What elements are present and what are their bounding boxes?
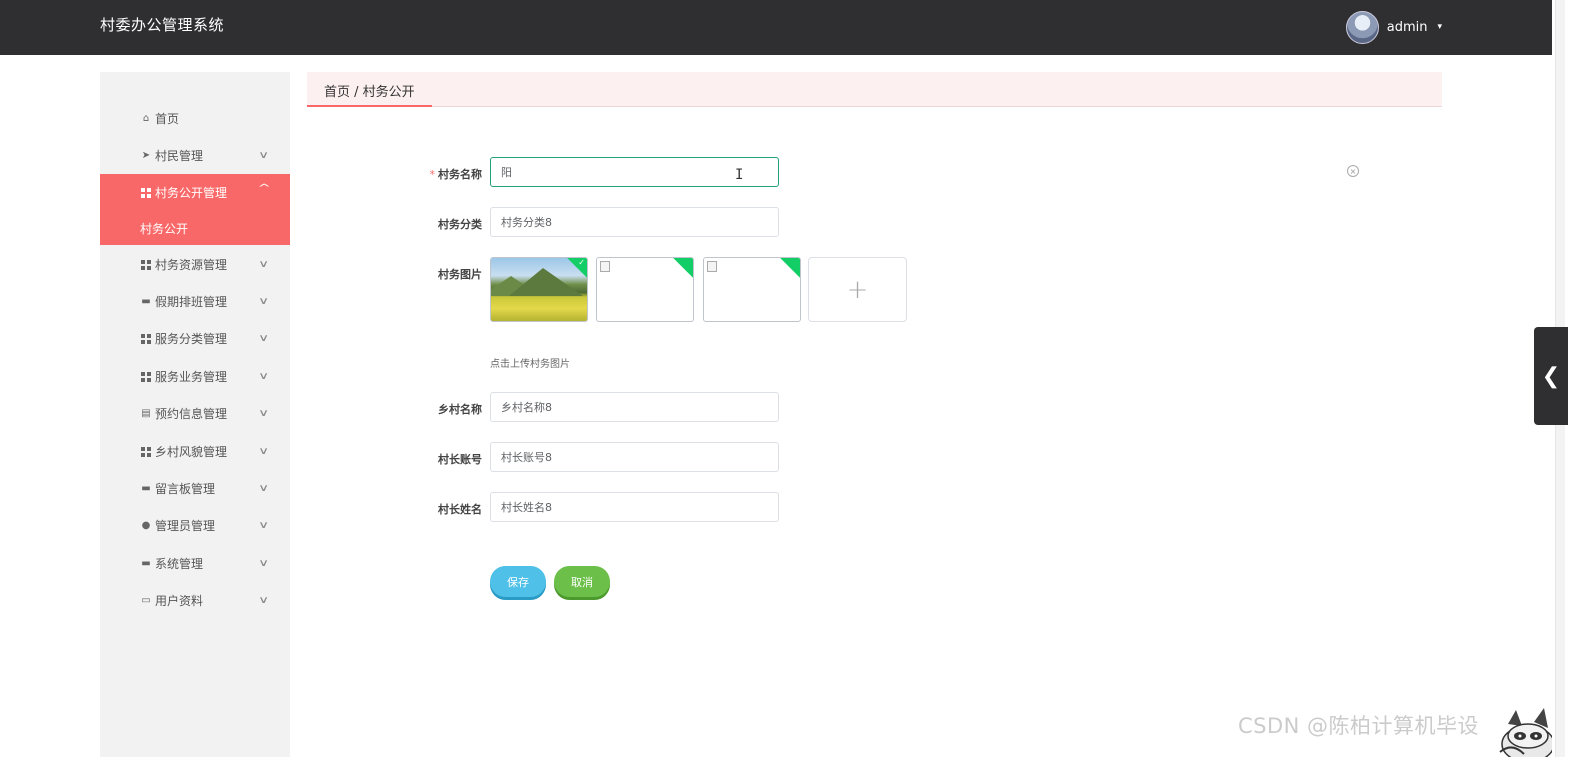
sidebar: ⌂ 首页 ➤ 村民管理 ∨ 村务公开管理 ^ 村务公开 村务资源管理 ∨ ▬ 假… (100, 72, 290, 757)
comment-icon: ▬ (141, 296, 151, 307)
sidebar-item-label: 村民管理 (155, 149, 204, 163)
grid-icon (140, 333, 152, 345)
village-name-input[interactable] (490, 392, 779, 422)
chevron-down-icon: ∨ (258, 371, 270, 382)
user-menu[interactable]: admin ▾ (1345, 10, 1442, 44)
sidebar-item-label: 留言板管理 (155, 482, 216, 496)
send-icon: ➤ (141, 150, 151, 161)
sidebar-item-profile[interactable]: ▭ 用户资料 ∨ (100, 582, 290, 619)
sidebar-item-label: 服务业务管理 (155, 370, 228, 384)
sidebar-item-service-category[interactable]: 服务分类管理 ∨ (100, 320, 290, 357)
sidebar-item-holiday-schedule[interactable]: ▬ 假期排班管理 ∨ (100, 283, 290, 320)
uploaded-image-3[interactable] (703, 257, 801, 322)
sidebar-item-resources[interactable]: 村务资源管理 ∨ (100, 246, 290, 283)
upload-success-badge (673, 258, 693, 278)
save-button[interactable]: 保存 (490, 566, 546, 597)
sidebar-item-appointments[interactable]: ▤ 预约信息管理 ∨ (100, 395, 290, 432)
broken-image-icon (600, 261, 610, 272)
chevron-down-icon: ∨ (258, 446, 270, 457)
upload-image-button[interactable]: + (808, 257, 907, 322)
caret-down-icon[interactable]: ▾ (1437, 22, 1442, 32)
chevron-down-icon: ∨ (258, 408, 270, 419)
sidebar-item-label: 乡村风貌管理 (155, 445, 228, 459)
sidebar-item-label: 预约信息管理 (155, 407, 228, 421)
broken-image-icon (707, 261, 717, 272)
grid-icon (140, 259, 152, 271)
home-icon: ⌂ (142, 113, 150, 124)
breadcrumb: 首页 / 村务公开 (307, 72, 1442, 107)
name-label: * 村务名称 (362, 166, 483, 182)
clipboard-icon: ▤ (141, 408, 151, 419)
side-panel-toggle[interactable]: ❮ (1534, 327, 1568, 425)
uploaded-image-2[interactable] (596, 257, 694, 322)
chevron-up-icon: ^ (257, 183, 271, 194)
chevron-down-icon: ∨ (258, 150, 270, 161)
card-icon: ▭ (141, 595, 151, 606)
chief-account-label: 村长账号 (438, 453, 482, 466)
raccoon-mascot-icon (1499, 708, 1552, 757)
sidebar-item-system[interactable]: ▬ 系统管理 ∨ (100, 545, 290, 582)
check-icon: ✓ (578, 258, 585, 267)
chevron-left-icon: ❮ (1541, 363, 1561, 389)
top-header: 村委办公管理系统 admin ▾ (0, 0, 1552, 55)
sidebar-item-label: 首页 (155, 112, 180, 126)
upload-hint: 点击上传村务图片 (490, 359, 570, 370)
chevron-down-icon: ∨ (258, 296, 270, 307)
sidebar-item-message-board[interactable]: ▬ 留言板管理 ∨ (100, 470, 290, 507)
uploaded-image-1[interactable]: ✓ (490, 257, 588, 322)
sidebar-item-admins[interactable]: ● 管理员管理 ∨ (100, 507, 290, 544)
mountain-shape (509, 268, 583, 296)
affair-category-input[interactable] (490, 207, 779, 237)
sidebar-item-label: 村务资源管理 (155, 258, 228, 272)
sidebar-item-label: 管理员管理 (155, 519, 216, 533)
username[interactable]: admin (1387, 20, 1428, 35)
village-label: 乡村名称 (438, 403, 482, 416)
chief-name-label: 村长姓名 (438, 503, 482, 516)
required-mark: * (429, 168, 436, 181)
category-label: 村务分类 (438, 218, 482, 231)
clear-icon[interactable]: × (1347, 165, 1359, 177)
chevron-down-icon: ∨ (258, 558, 270, 569)
grid-icon (140, 187, 152, 199)
sidebar-item-label: 系统管理 (155, 557, 204, 571)
cancel-button[interactable]: 取消 (554, 566, 610, 597)
sidebar-subitem-affairs-public[interactable]: 村务公开 (100, 211, 290, 245)
sidebar-item-label: 服务分类管理 (155, 332, 228, 346)
name-label-text: 村务名称 (438, 168, 482, 181)
grid-icon (140, 371, 152, 383)
chief-name-input[interactable] (490, 492, 779, 522)
sidebar-item-affairs-public[interactable]: 村务公开管理 ^ (100, 174, 290, 211)
avatar[interactable] (1345, 10, 1379, 44)
grid-icon (140, 446, 152, 458)
sidebar-item-label: 假期排班管理 (155, 295, 228, 309)
sidebar-item-home[interactable]: ⌂ 首页 (100, 100, 290, 137)
images-label: 村务图片 (438, 268, 482, 281)
upload-success-badge (780, 258, 800, 278)
breadcrumb-text[interactable]: 首页 / 村务公开 (324, 81, 415, 100)
chevron-down-icon: ∨ (258, 595, 270, 606)
sidebar-item-label: 村务公开管理 (155, 186, 228, 200)
sidebar-item-label: 用户资料 (155, 594, 204, 608)
monitor-icon: ▬ (141, 558, 151, 569)
chevron-down-icon: ∨ (258, 520, 270, 531)
sidebar-item-village-scenery[interactable]: 乡村风貌管理 ∨ (100, 433, 290, 470)
sidebar-item-service-business[interactable]: 服务业务管理 ∨ (100, 358, 290, 395)
chevron-down-icon: ∨ (258, 483, 270, 494)
message-icon: ▬ (141, 483, 151, 494)
breadcrumb-active-underline (307, 105, 432, 107)
sidebar-item-villagers[interactable]: ➤ 村民管理 ∨ (100, 137, 290, 174)
bulb-icon: ● (141, 520, 151, 531)
text-cursor-icon: I (735, 167, 744, 183)
watermark: CSDN @陈柏计算机毕设 (1238, 714, 1480, 738)
chief-account-input[interactable] (490, 442, 779, 472)
chevron-down-icon: ∨ (258, 333, 270, 344)
app-title: 村委办公管理系统 (100, 16, 225, 34)
plus-icon: + (846, 274, 869, 305)
chevron-down-icon: ∨ (258, 259, 270, 270)
